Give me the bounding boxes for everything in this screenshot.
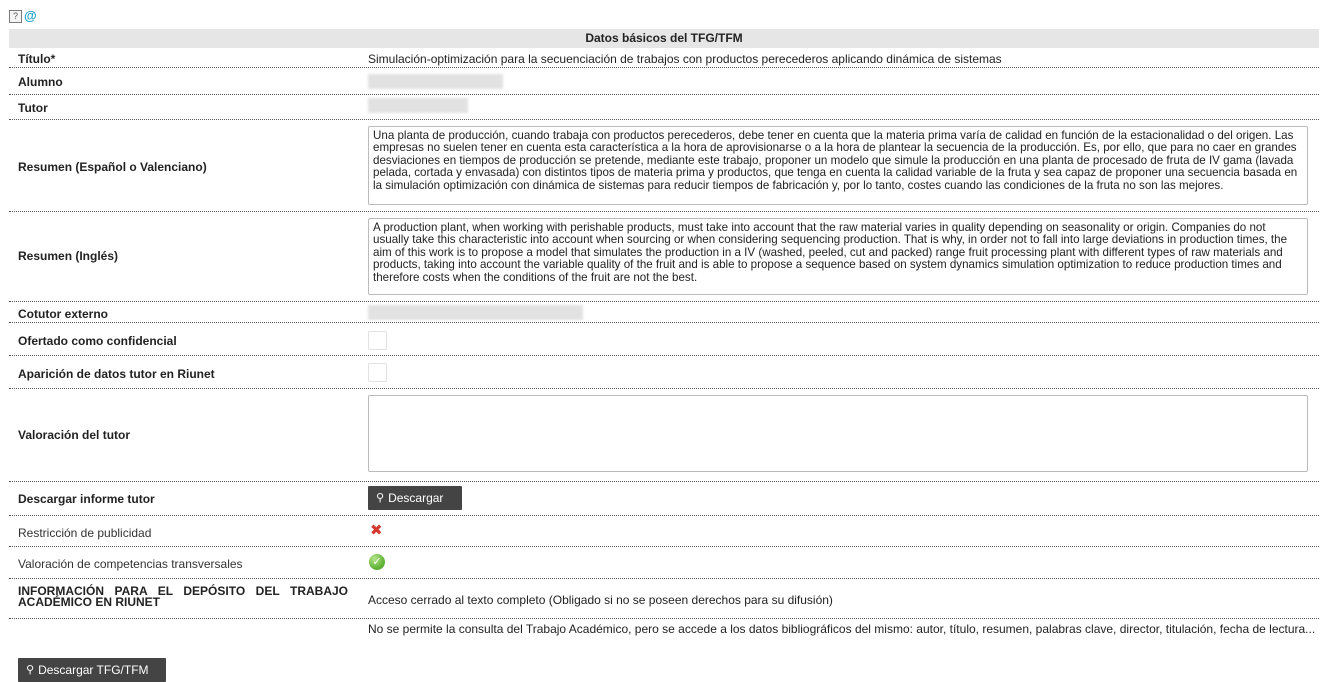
row-info-riunet: INFORMACIÓN PARA EL DEPÓSITO DEL TRABAJO… — [9, 579, 1319, 619]
riunet-label: Aparición de datos tutor en Riunet — [18, 367, 215, 381]
valoracion-textarea[interactable] — [368, 395, 1308, 472]
titulo-value: Simulación-optimización para la secuenci… — [368, 52, 1002, 66]
valoracion-label: Valoración del tutor — [18, 428, 131, 442]
check-icon: ✓ — [369, 554, 385, 570]
row-resumen-en: Resumen (Inglés) A production plant, whe… — [9, 212, 1319, 302]
alumno-label: Alumno — [18, 75, 63, 89]
titulo-label: Título* — [18, 52, 56, 66]
magnifier-icon: ⚲ — [376, 492, 385, 504]
row-alumno: Alumno — [9, 68, 1319, 95]
info-riunet-label: INFORMACIÓN PARA EL DEPÓSITO DEL TRABAJO… — [18, 584, 348, 609]
cross-icon: ✖ — [370, 522, 383, 539]
resumen-en-textarea[interactable]: A production plant, when working with pe… — [368, 218, 1308, 295]
tutor-label: Tutor — [18, 101, 48, 115]
confidencial-label: Ofertado como confidencial — [18, 334, 177, 348]
row-confidencial: Ofertado como confidencial — [9, 323, 1319, 356]
cotutor-value-redacted — [368, 305, 583, 320]
alumno-value-redacted — [368, 74, 503, 89]
row-restriccion: Restricción de publicidad ✖ — [9, 516, 1319, 547]
riunet-checkbox[interactable] — [368, 363, 387, 382]
row-descargar-informe: Descargar informe tutor ⚲ Descargar — [9, 482, 1319, 516]
row-consulta: No se permite la consulta del Trabajo Ac… — [9, 619, 1319, 652]
section-header: Datos básicos del TFG/TFM — [9, 29, 1319, 48]
cotutor-label: Cotutor externo — [18, 307, 108, 321]
row-cotutor: Cotutor externo — [9, 302, 1319, 323]
descargar-button-label: Descargar — [388, 491, 444, 505]
confidencial-checkbox[interactable] — [368, 331, 387, 350]
resumen-es-label: Resumen (Español o Valenciano) — [18, 160, 207, 174]
competencias-label: Valoración de competencias transversales — [18, 557, 243, 571]
magnifier-icon: ⚲ — [26, 664, 35, 676]
download-tfg-button[interactable]: ⚲ Descargar TFG/TFM — [18, 658, 166, 682]
tutor-value-redacted — [368, 98, 468, 113]
top-icons: ? @ — [9, 9, 37, 23]
help-icon[interactable]: ? — [9, 9, 22, 23]
consulta-value: No se permite la consulta del Trabajo Ac… — [368, 622, 1316, 636]
restriccion-label: Restricción de publicidad — [18, 526, 152, 540]
email-icon[interactable]: @ — [24, 9, 37, 22]
descargar-informe-button[interactable]: ⚲ Descargar — [368, 486, 462, 510]
descargar-informe-label: Descargar informe tutor — [18, 492, 155, 506]
row-resumen-es: Resumen (Español o Valenciano) Una plant… — [9, 120, 1319, 212]
resumen-en-label: Resumen (Inglés) — [18, 249, 119, 263]
resumen-es-textarea[interactable]: Una planta de producción, cuando trabaja… — [368, 126, 1308, 205]
row-riunet: Aparición de datos tutor en Riunet — [9, 356, 1319, 389]
acceso-value: Acceso cerrado al texto completo (Obliga… — [368, 593, 833, 607]
row-valoracion: Valoración del tutor — [9, 389, 1319, 482]
row-titulo: Título* Simulación-optimización para la … — [9, 49, 1319, 68]
download-tfg-label: Descargar TFG/TFM — [38, 663, 149, 677]
row-competencias: Valoración de competencias transversales… — [9, 547, 1319, 579]
row-tutor: Tutor — [9, 95, 1319, 120]
